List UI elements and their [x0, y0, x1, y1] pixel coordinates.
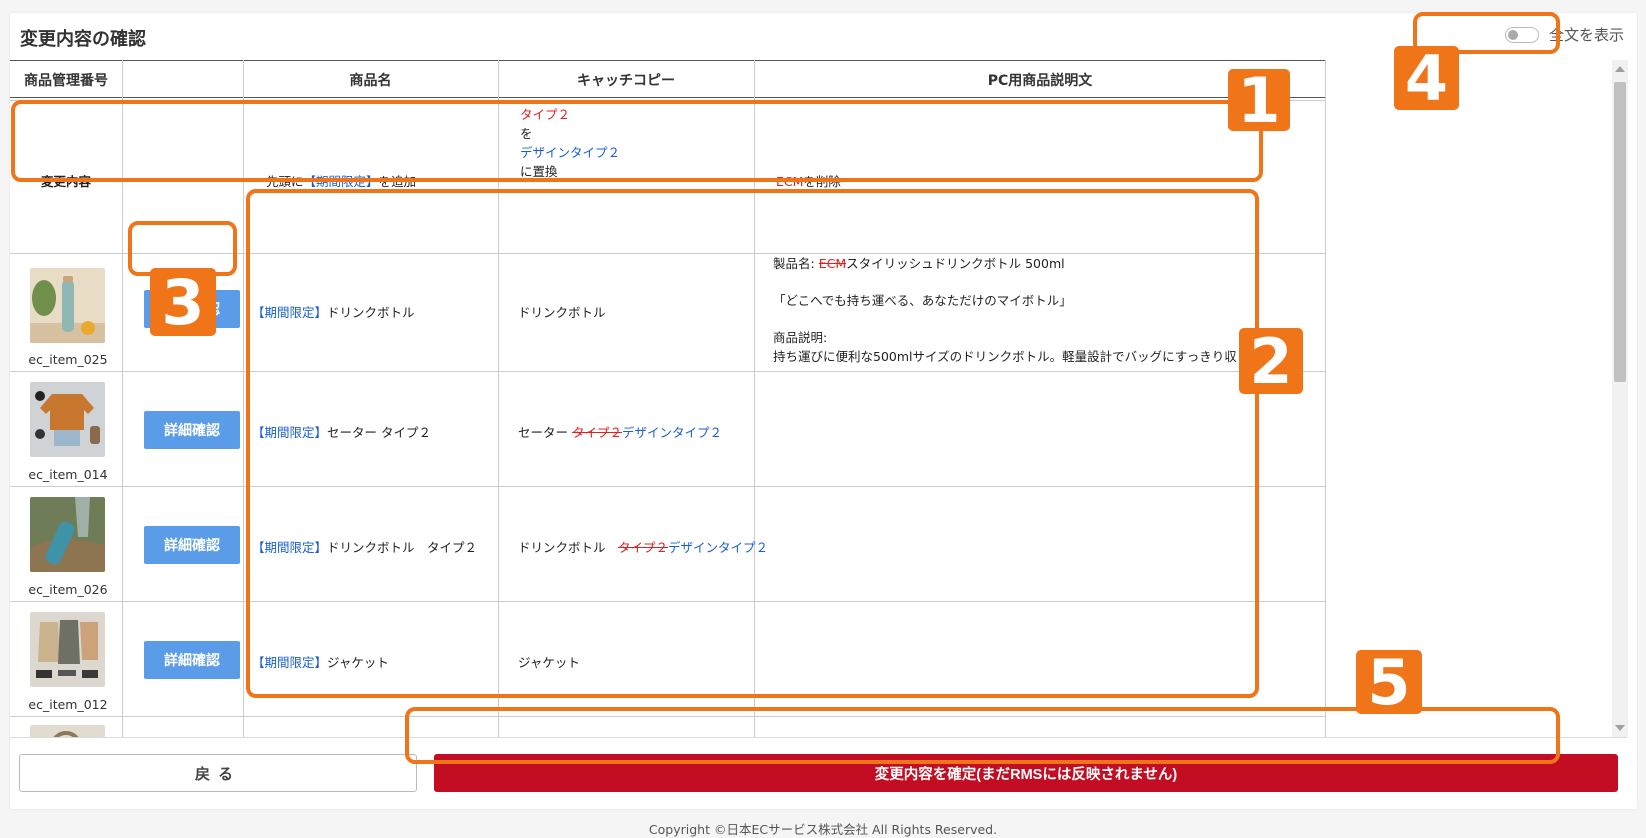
name-tag: 【期間限定】 [252, 305, 328, 320]
back-button[interactable]: 戻る [19, 754, 417, 792]
toggle-switch[interactable] [1505, 26, 1539, 43]
scrollbar-thumb[interactable] [1614, 82, 1626, 382]
table-header: 商品管理番号 商品名 キャッチコピー PC用商品説明文 [10, 60, 1326, 98]
change-name-tag: 【期間限定】 [303, 174, 379, 189]
annotation-badge-2: 2 [1239, 325, 1303, 398]
name-text: ドリンクボトル [327, 305, 415, 320]
sweater-image-icon [30, 382, 105, 457]
detail-button[interactable]: 詳細確認 [144, 411, 240, 449]
name-tag: 【期間限定】 [252, 655, 328, 670]
desc-rest: スタイリッシュドリンクボトル 500ml [846, 256, 1065, 271]
header-action [122, 61, 243, 99]
catch-new: デザインタイプ２ [668, 540, 769, 555]
page-title: 変更内容の確認 [20, 29, 146, 50]
footer-divider [10, 737, 1627, 738]
name-text: セーター タイプ２ [327, 425, 431, 440]
desc-line-3: 商品説明: [773, 330, 828, 345]
header-item-id: 商品管理番号 [24, 73, 108, 89]
catch-copy: ドリンクボトル [518, 305, 606, 320]
name-tag: 【期間限定】 [252, 425, 328, 440]
change-name: 先頭に【期間限定】を追加 [266, 171, 416, 190]
copyright: Copyright ©日本ECサービス株式会社 All Rights Reser… [648, 822, 998, 837]
catch-copy: ジャケット [518, 655, 580, 670]
change-label: 変更内容 [40, 174, 91, 189]
show-full-text-toggle[interactable]: 全文を表示 [1505, 24, 1624, 45]
change-catch-wo: を [520, 126, 533, 141]
toggle-knob [1508, 29, 1518, 40]
name-text: ジャケット [327, 655, 389, 670]
product-thumbnail [30, 612, 105, 687]
desc-line-1: 製品名: ECMスタイリッシュドリンクボトル 500ml [773, 254, 1293, 273]
product-name: 【期間限定】ドリンクボトル [252, 302, 415, 321]
table-row: ec_item_014 詳細確認 【期間限定】セーター タイプ２ セーター タイ… [10, 372, 1326, 487]
confirm-changes-button[interactable]: 変更内容を確定(まだRMSには反映されません) [434, 754, 1618, 792]
item-id: ec_item_012 [28, 697, 108, 712]
header-product-name: 商品名 [349, 73, 392, 89]
change-catch-to: デザインタイプ２ [520, 145, 621, 160]
change-desc: ECMを削除 [776, 171, 841, 190]
item-id: ec_item_026 [28, 582, 108, 597]
name-text: ドリンクボトル タイプ２ [327, 540, 478, 555]
product-name: 【期間限定】ジャケット [252, 652, 389, 671]
pc-description: 製品名: ECMスタイリッシュドリンクボトル 500ml 「どこへでも持ち運べる… [773, 254, 1293, 366]
catch-old: タイプ２ [571, 425, 622, 440]
desc-line-2: 「どこへでも持ち運べる、あなただけのマイボトル」 [773, 293, 1072, 308]
jacket-image-icon [30, 612, 105, 687]
catch-base: ドリンクボトル [518, 540, 619, 555]
desc-prefix: 製品名: [773, 256, 819, 271]
table-row [10, 717, 1326, 737]
change-name-suffix: を追加 [378, 174, 417, 189]
scroll-up-arrow-icon[interactable] [1615, 66, 1625, 72]
changes-table: 商品管理番号 商品名 キャッチコピー PC用商品説明文 変更内容 先頭に【期間限… [10, 60, 1326, 737]
table-row: ec_item_012 詳細確認 【期間限定】ジャケット ジャケット [10, 602, 1326, 717]
annotation-badge-1: 1 [1228, 64, 1290, 137]
item-id: ec_item_025 [28, 352, 108, 367]
catch-copy: ドリンクボトル タイプ２デザインタイプ２ [518, 537, 768, 556]
table-row: ec_item_026 詳細確認 【期間限定】ドリンクボトル タイプ２ ドリンク… [10, 487, 1326, 602]
catch-copy: セーター タイプ２デザインタイプ２ [518, 422, 722, 441]
header-catch-copy: キャッチコピー [577, 73, 675, 89]
annotation-badge-4: 4 [1394, 42, 1459, 115]
outdoor-bottle-image-icon [30, 497, 105, 572]
change-catch-replace: に置換 [520, 164, 558, 179]
catch-base: セーター [518, 425, 572, 440]
catch-new: デザインタイプ２ [622, 425, 723, 440]
product-name: 【期間限定】ドリンクボトル タイプ２ [252, 537, 477, 556]
name-tag: 【期間限定】 [252, 540, 328, 555]
product-thumbnail [30, 268, 105, 343]
product-thumbnail [30, 497, 105, 572]
catch-old: タイプ２ [618, 540, 669, 555]
detail-button[interactable]: 詳細確認 [144, 526, 240, 564]
annotation-badge-3: 3 [150, 266, 216, 339]
desc-strike: ECM [818, 256, 847, 271]
change-name-prefix: 先頭に [266, 174, 304, 189]
vertical-scrollbar[interactable] [1612, 60, 1628, 737]
watch-image-icon [30, 725, 105, 737]
desc-line-4: 持ち運びに便利な500mlサイズのドリンクボトル。軽量設計でバッグにすっきり収ま… [773, 349, 1263, 364]
change-catch: タイプ２ を デザインタイプ２ に置換 [520, 105, 620, 181]
change-desc-suffix: を削除 [803, 174, 841, 189]
detail-button[interactable]: 詳細確認 [144, 641, 240, 679]
toggle-label: 全文を表示 [1549, 26, 1625, 44]
product-thumbnail [30, 382, 105, 457]
item-id: ec_item_014 [28, 467, 108, 482]
bottle-image-icon [30, 268, 105, 343]
product-name: 【期間限定】セーター タイプ２ [252, 422, 431, 441]
change-catch-from: タイプ２ [520, 107, 571, 122]
scroll-down-arrow-icon[interactable] [1615, 725, 1625, 731]
annotation-badge-5: 5 [1356, 646, 1422, 719]
product-thumbnail [30, 725, 105, 737]
change-summary-row: 変更内容 先頭に【期間限定】を追加 タイプ２ を デザインタイプ２ に置換 EC… [10, 100, 1326, 254]
change-desc-word: ECM [776, 174, 804, 189]
